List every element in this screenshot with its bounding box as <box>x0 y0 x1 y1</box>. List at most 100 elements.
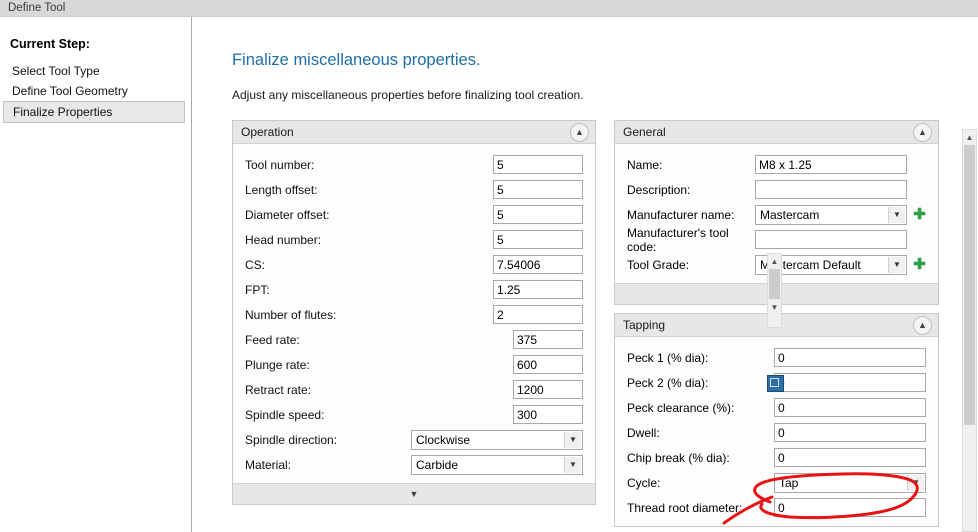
label-peck-1: Peck 1 (% dia): <box>627 351 774 365</box>
sidebar-heading: Current Step: <box>0 29 191 61</box>
chevron-down-icon: ▼ <box>410 489 419 499</box>
label-fpt: FPT: <box>245 283 493 297</box>
input-head-number[interactable] <box>493 230 583 249</box>
chevron-down-icon[interactable]: ▼ <box>564 432 581 448</box>
operation-scroll-thumb[interactable] <box>769 269 780 299</box>
input-thread-root-diameter[interactable] <box>774 498 926 517</box>
field-row-dwell: Dwell: <box>627 420 926 445</box>
operation-group-body: Tool number: Length offset: Diameter off… <box>233 144 595 483</box>
label-number-of-flutes: Number of flutes: <box>245 308 493 322</box>
label-plunge-rate: Plunge rate: <box>245 358 513 372</box>
field-row-peck-clearance: Peck clearance (%): <box>627 395 926 420</box>
input-manufacturers-tool-code[interactable] <box>755 230 907 249</box>
page-subtitle: Adjust any miscellaneous properties befo… <box>192 70 978 102</box>
input-diameter-offset[interactable] <box>493 205 583 224</box>
tapping-group-title: Tapping <box>623 318 665 332</box>
label-diameter-offset: Diameter offset: <box>245 208 493 222</box>
input-peck-2[interactable] <box>774 373 926 392</box>
field-row-spindle-speed: Spindle speed: <box>245 402 583 427</box>
label-spindle-speed: Spindle speed: <box>245 408 513 422</box>
chevron-up-icon[interactable]: ▲ <box>570 123 589 142</box>
field-row-number-of-flutes: Number of flutes: <box>245 302 583 327</box>
combo-material-value: Carbide <box>416 458 458 472</box>
main-content: Finalize miscellaneous properties. Adjus… <box>192 17 978 532</box>
sidebar-item-define-tool-geometry[interactable]: Define Tool Geometry <box>0 81 191 101</box>
label-length-offset: Length offset: <box>245 183 493 197</box>
field-row-thread-root-diameter: Thread root diameter: <box>627 495 926 520</box>
label-retract-rate: Retract rate: <box>245 383 513 397</box>
input-description[interactable] <box>755 180 907 199</box>
label-manufacturers-tool-code: Manufacturer's tool code: <box>627 226 755 254</box>
operation-group: Operation ▲ Tool number: Length offset: <box>232 120 596 505</box>
field-row-peck-1: Peck 1 (% dia): <box>627 345 926 370</box>
general-group-title: General <box>623 125 666 139</box>
combo-material[interactable]: Carbide ▼ <box>411 455 583 475</box>
dialog-scrollbar[interactable]: ▲ <box>962 129 977 532</box>
scroll-up-arrow-icon[interactable]: ▲ <box>768 254 781 268</box>
chevron-down-icon[interactable]: ▼ <box>907 475 924 491</box>
combo-cycle[interactable]: Tap ▼ <box>774 473 926 493</box>
field-row-manufacturer-name: Manufacturer name: Mastercam ▼ ✚ <box>627 202 926 227</box>
scroll-down-arrow-icon[interactable]: ▼ <box>768 300 781 314</box>
add-tool-grade-icon[interactable]: ✚ <box>913 257 926 272</box>
label-cycle: Cycle: <box>627 476 774 490</box>
label-material: Material: <box>245 458 411 472</box>
chevron-down-icon[interactable]: ▼ <box>888 207 905 223</box>
input-cs[interactable] <box>493 255 583 274</box>
chevron-up-icon[interactable]: ▲ <box>913 316 932 335</box>
label-peck-clearance: Peck clearance (%): <box>627 401 774 415</box>
field-row-chip-break: Chip break (% dia): <box>627 445 926 470</box>
combo-manufacturer-name[interactable]: Mastercam ▼ <box>755 205 907 225</box>
input-fpt[interactable] <box>493 280 583 299</box>
label-name: Name: <box>627 158 755 172</box>
sidebar-item-select-tool-type[interactable]: Select Tool Type <box>0 61 191 81</box>
field-row-feed-rate: Feed rate: <box>245 327 583 352</box>
label-spindle-direction: Spindle direction: <box>245 433 411 447</box>
field-row-description: Description: <box>627 177 926 202</box>
tapping-group-body: Peck 1 (% dia): Peck 2 (% dia): Peck cle… <box>615 337 938 526</box>
field-row-manufacturers-tool-code: Manufacturer's tool code: <box>627 227 926 252</box>
sidebar-item-finalize-properties[interactable]: Finalize Properties <box>3 101 185 123</box>
field-row-cs: CS: <box>245 252 583 277</box>
dialog-body: Current Step: Select Tool Type Define To… <box>0 17 978 532</box>
input-number-of-flutes[interactable] <box>493 305 583 324</box>
field-row-cycle: Cycle: Tap ▼ <box>627 470 926 495</box>
label-tool-number: Tool number: <box>245 158 493 172</box>
window-title: Define Tool <box>8 2 65 14</box>
chevron-up-icon[interactable]: ▲ <box>913 123 932 142</box>
input-peck-1[interactable] <box>774 348 926 367</box>
operation-group-title: Operation <box>241 125 294 139</box>
chevron-down-icon[interactable]: ▼ <box>564 457 581 473</box>
add-manufacturer-icon[interactable]: ✚ <box>913 207 926 222</box>
input-length-offset[interactable] <box>493 180 583 199</box>
field-row-plunge-rate: Plunge rate: <box>245 352 583 377</box>
page-title: Finalize miscellaneous properties. <box>192 17 978 70</box>
operation-inner-scrollbar[interactable]: ▲ ▼ <box>767 253 782 328</box>
wizard-steps-sidebar: Current Step: Select Tool Type Define To… <box>0 17 192 532</box>
label-manufacturer-name: Manufacturer name: <box>627 208 755 222</box>
input-feed-rate[interactable] <box>513 330 583 349</box>
operation-group-header: Operation ▲ <box>233 121 595 144</box>
label-description: Description: <box>627 183 755 197</box>
properties-columns: Operation ▲ Tool number: Length offset: <box>192 120 978 527</box>
combo-spindle-direction[interactable]: Clockwise ▼ <box>411 430 583 450</box>
dialog-scroll-thumb[interactable] <box>964 145 975 425</box>
operation-group-expander[interactable]: ▼ <box>233 483 595 504</box>
input-name[interactable] <box>755 155 907 174</box>
input-plunge-rate[interactable] <box>513 355 583 374</box>
field-row-name: Name: <box>627 152 926 177</box>
scroll-up-arrow-icon[interactable]: ▲ <box>963 130 976 144</box>
label-thread-root-diameter: Thread root diameter: <box>627 501 774 515</box>
field-row-head-number: Head number: <box>245 227 583 252</box>
color-swatch-button[interactable] <box>767 375 784 392</box>
input-chip-break[interactable] <box>774 448 926 467</box>
chevron-down-icon[interactable]: ▼ <box>888 257 905 273</box>
input-tool-number[interactable] <box>493 155 583 174</box>
input-peck-clearance[interactable] <box>774 398 926 417</box>
input-spindle-speed[interactable] <box>513 405 583 424</box>
window-title-bar: Define Tool <box>0 0 978 17</box>
field-row-retract-rate: Retract rate: <box>245 377 583 402</box>
combo-manufacturer-name-value: Mastercam <box>760 208 819 222</box>
input-dwell[interactable] <box>774 423 926 442</box>
input-retract-rate[interactable] <box>513 380 583 399</box>
